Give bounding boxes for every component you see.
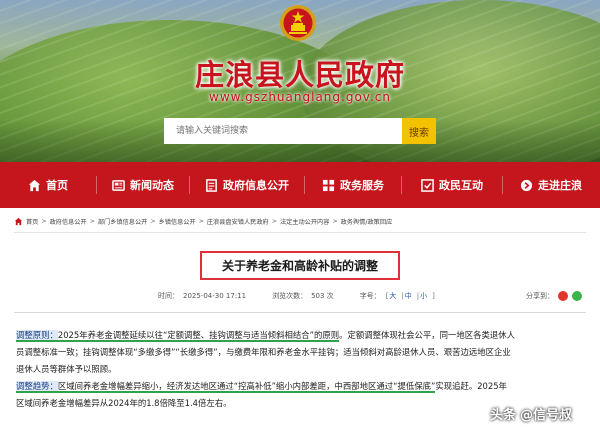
breadcrumb-item[interactable]: 法定主动公开内容 [280,217,330,226]
nav-label: 政务服务 [340,179,384,192]
search-box: 搜索 [164,118,436,144]
principle-heading: 调整原则： [16,330,58,340]
font-size-small[interactable]: 小 [420,291,427,301]
article-meta: 时间： 2025-04-30 17:11 浏览次数： 503 次 字号： [ 大… [158,291,435,301]
nav-item-news[interactable]: 新闻动态 [97,162,189,208]
breadcrumb-item[interactable]: 部门乡镇信息公开 [98,217,148,226]
breadcrumb-home-icon [14,217,23,225]
site-title[interactable]: 庄浪县人民政府 [0,52,600,94]
font-size-medium[interactable]: 中 [405,291,412,301]
breadcrumb-item[interactable]: 政府信息公开 [50,217,87,226]
site-url: www.gszhuanglang.gov.cn [209,90,391,104]
article-body: 调整原则：2025年养老金调整延续以往“定额调整、挂钩调整与适当倾斜相结合”的原… [16,327,586,412]
nav-item-home[interactable]: 首页 [0,162,96,208]
nav-item-about[interactable]: 走进庄浪 [503,162,599,208]
font-size-large[interactable]: 大 [389,291,396,301]
breadcrumb-item[interactable]: 庄浪县盘安镇人民政府 [207,217,269,226]
breadcrumb-separator: > [89,217,95,225]
breadcrumb-separator: > [198,217,204,225]
breadcrumb-separator: > [271,217,277,225]
time-label: 时间： [158,292,179,300]
paragraph-line: 调整趋势：区域间养老金增幅差异缩小，经济发达地区通过“控高补低”缩小内部差距，中… [16,381,507,393]
breadcrumb-separator: > [41,217,47,225]
divider [14,312,586,313]
paragraph-line: 员调整标准一致；挂钩调整体现“多缴多得”“长缴多得”，与缴费年限和养老金水平挂钩… [16,347,511,357]
share-label: 分享到： [526,292,554,300]
breadcrumb: 首页 > 政府信息公开 > 部门乡镇信息公开 > 乡镇信息公开 > 庄浪县盘安镇人民政府… [14,215,594,227]
nav-item-services[interactable]: 政务服务 [305,162,401,208]
time-value: 2025-04-30 17:11 [183,292,247,300]
breadcrumb-item[interactable]: 首页 [26,217,38,226]
nav-label: 新闻动态 [130,179,174,192]
watermark-author: @信号叔 [520,408,573,423]
watermark-brand: 头条 [490,408,517,423]
document-icon [206,178,217,192]
watermark: 头条 @信号叔 [490,404,572,423]
article-title: 关于养老金和高龄补贴的调整 [221,259,378,273]
breadcrumb-item[interactable]: 政务舆情/政策回应 [341,217,393,226]
nav-label: 政府信息公开 [223,179,289,192]
news-icon [112,179,125,191]
nav-label: 政民互动 [439,179,483,192]
nav-item-info-disclosure[interactable]: 政府信息公开 [190,162,304,208]
header-banner: 庄浪县人民政府 www.gszhuanglang.gov.cn 搜索 [0,0,600,162]
views-value: 503 次 [311,292,334,300]
article-title-box: 关于养老金和高龄补贴的调整 [200,251,400,280]
search-button[interactable]: 搜索 [402,118,436,144]
breadcrumb-separator: > [332,217,338,225]
views-label: 浏览次数： [272,292,308,300]
wechat-share-icon[interactable] [572,291,582,301]
breadcrumb-separator: > [150,217,156,225]
trend-heading: 调整趋势： [16,381,58,391]
breadcrumb-item[interactable]: 乡镇信息公开 [159,217,196,226]
arrow-right-icon [520,179,533,191]
nav-label: 走进庄浪 [538,179,582,192]
search-input[interactable] [164,118,402,144]
weibo-share-icon[interactable] [558,291,568,301]
nav-label: 首页 [46,179,68,192]
paragraph-line: 退休人员等群体予以照顾。 [16,364,117,374]
interaction-icon [421,178,434,192]
national-emblem-icon [280,5,316,41]
nav-item-interaction[interactable]: 政民互动 [402,162,502,208]
main-nav: 首页 新闻动态 政府信息公开 政务服务 政民互动 走进庄浪 [0,162,600,208]
share-bar: 分享到： [526,290,582,302]
home-icon [28,179,41,191]
font-size-label: 字号： [359,292,381,300]
service-icon [322,179,335,191]
divider [14,232,586,233]
principle-quote: “定额调整、挂钩调整与适当倾斜相结合”的原则 [162,330,340,340]
paragraph-line: 调整原则：2025年养老金调整延续以往“定额调整、挂钩调整与适当倾斜相结合”的原… [16,330,516,342]
